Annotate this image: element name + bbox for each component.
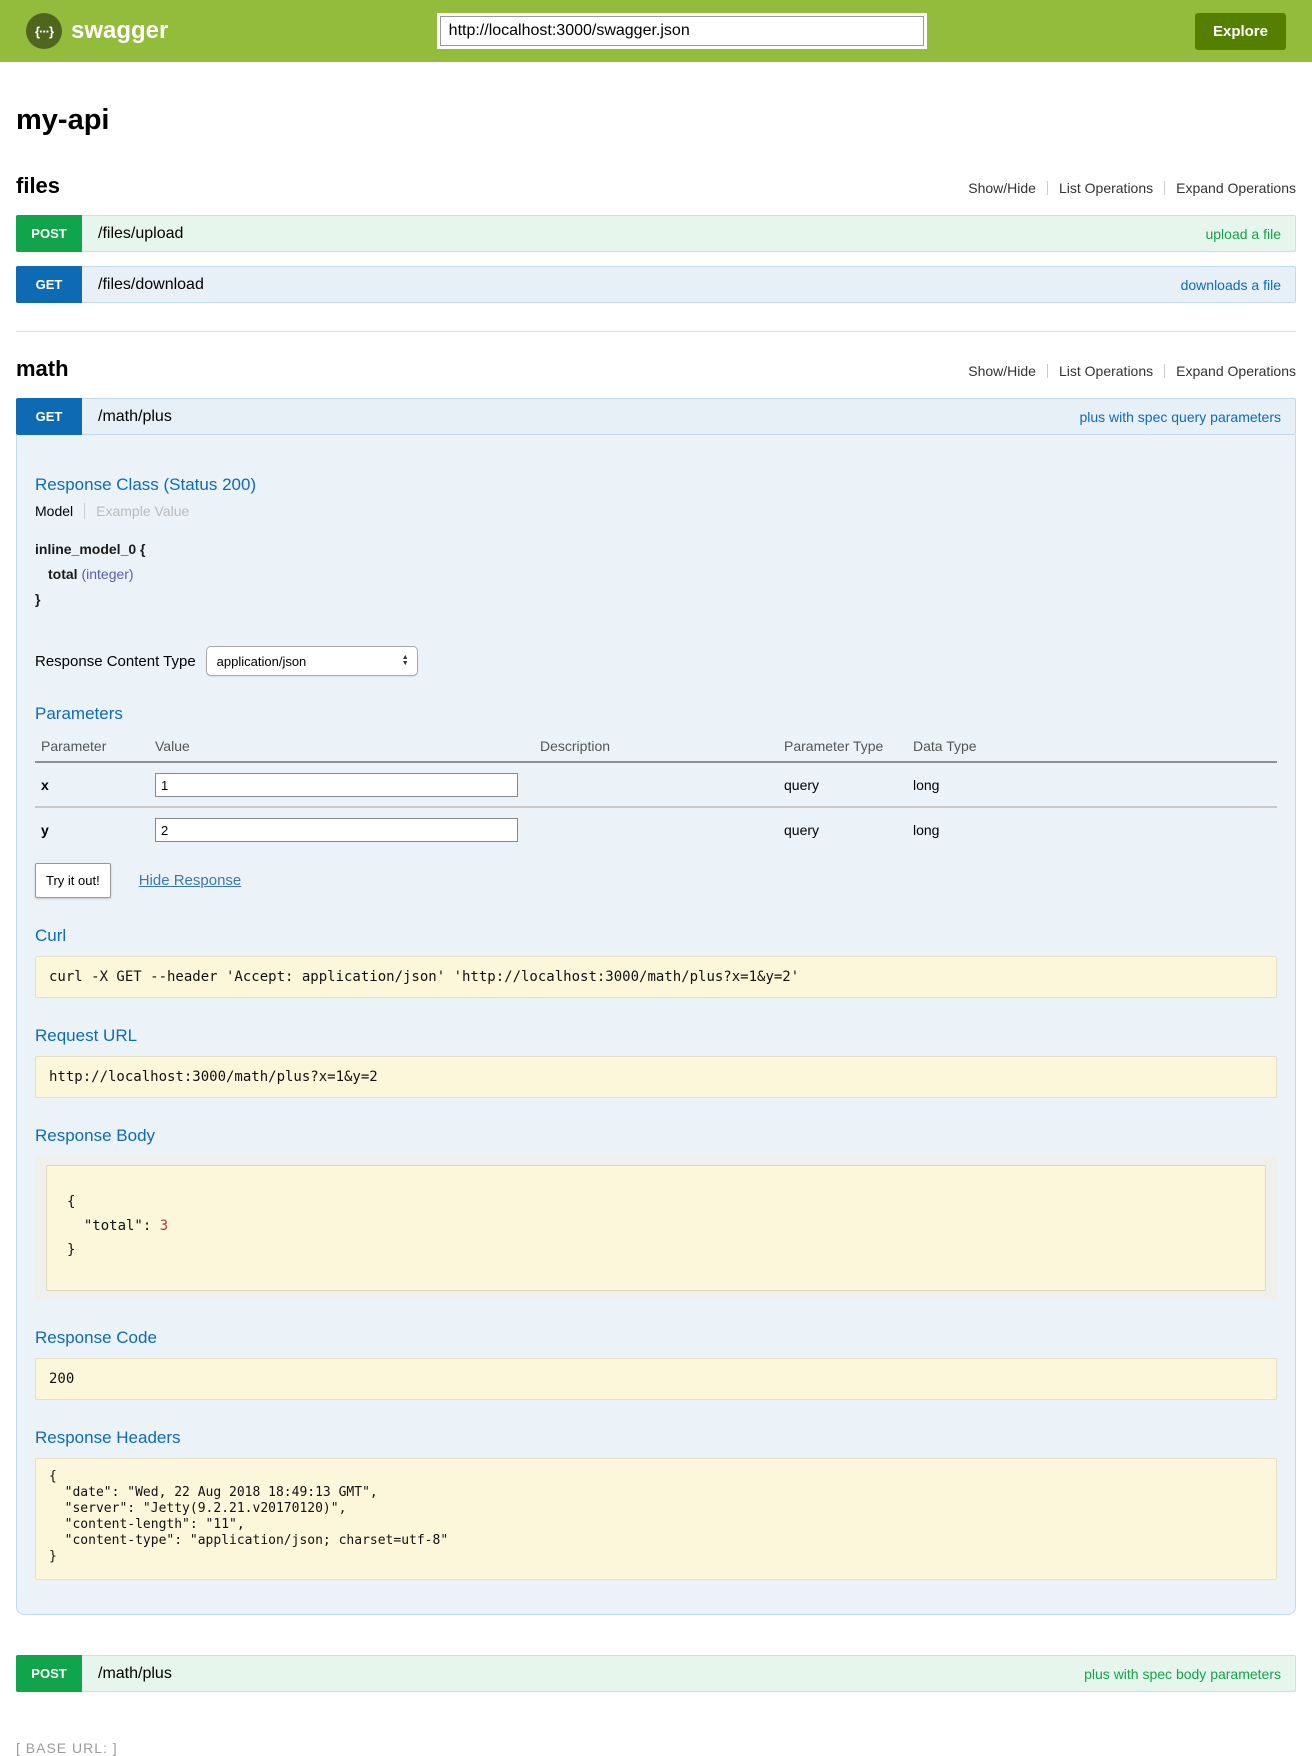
endpoint-post-files-upload[interactable]: POST /files/upload upload a file bbox=[16, 215, 1296, 252]
expand-operations-link[interactable]: Expand Operations bbox=[1176, 180, 1296, 196]
param-x-value-input[interactable] bbox=[155, 773, 518, 797]
operation-detail-panel: Response Class (Status 200) Model Exampl… bbox=[16, 435, 1296, 1615]
parameter-data-type: long bbox=[913, 807, 1277, 851]
request-url-code: http://localhost:3000/math/plus?x=1&y=2 bbox=[35, 1056, 1277, 1098]
base-url-footer: [ BASE URL: ] bbox=[16, 1740, 1296, 1756]
tab-model[interactable]: Model bbox=[35, 503, 85, 519]
request-url-heading: Request URL bbox=[35, 1026, 1277, 1046]
parameter-name: x bbox=[35, 762, 155, 807]
endpoint-get-files-download[interactable]: GET /files/download downloads a file bbox=[16, 266, 1296, 303]
column-header-description: Description bbox=[540, 732, 784, 762]
endpoint-path[interactable]: /files/download bbox=[98, 276, 204, 294]
parameter-type: query bbox=[784, 762, 913, 807]
main-content: my-api files Show/Hide List Operations E… bbox=[16, 104, 1296, 1756]
response-content-type-select[interactable]: application/json ▲▼ bbox=[206, 646, 418, 676]
top-header-bar: {···} swagger Explore bbox=[0, 0, 1312, 62]
method-badge-post: POST bbox=[16, 215, 82, 252]
swagger-logo-text: swagger bbox=[71, 17, 168, 45]
endpoint-post-math-plus[interactable]: POST /math/plus plus with spec body para… bbox=[16, 1655, 1296, 1692]
explore-button[interactable]: Explore bbox=[1195, 13, 1286, 50]
section-title-files: files bbox=[16, 173, 60, 199]
response-body-code: { "total": 3 } bbox=[46, 1165, 1266, 1291]
endpoint-summary-link[interactable]: downloads a file bbox=[1181, 277, 1281, 293]
parameter-row-x: x query long bbox=[35, 762, 1277, 807]
param-y-value-input[interactable] bbox=[155, 818, 518, 842]
hide-response-link[interactable]: Hide Response bbox=[139, 872, 242, 889]
response-code-value: 200 bbox=[35, 1358, 1277, 1400]
section-links-files: Show/Hide List Operations Expand Operati… bbox=[968, 180, 1296, 196]
column-header-parameter: Parameter bbox=[35, 732, 155, 762]
response-headers-heading: Response Headers bbox=[35, 1428, 1277, 1448]
section-divider bbox=[16, 331, 1296, 332]
column-header-parameter-type: Parameter Type bbox=[784, 732, 913, 762]
swagger-logo[interactable]: {···} swagger bbox=[26, 13, 168, 49]
show-hide-link[interactable]: Show/Hide bbox=[968, 363, 1036, 379]
model-tabs: Model Example Value bbox=[35, 503, 1277, 519]
section-links-math: Show/Hide List Operations Expand Operati… bbox=[968, 363, 1296, 379]
endpoint-summary-link[interactable]: plus with spec query parameters bbox=[1079, 409, 1281, 425]
endpoint-path[interactable]: /math/plus bbox=[98, 408, 172, 426]
response-code-heading: Response Code bbox=[35, 1328, 1277, 1348]
parameter-data-type: long bbox=[913, 762, 1277, 807]
parameters-heading: Parameters bbox=[35, 704, 1277, 724]
link-separator bbox=[1047, 181, 1048, 195]
endpoint-summary-link[interactable]: plus with spec body parameters bbox=[1084, 1666, 1281, 1682]
method-badge-post: POST bbox=[16, 1655, 82, 1692]
swagger-logo-icon: {···} bbox=[26, 13, 62, 49]
response-body-container: { "total": 3 } bbox=[35, 1156, 1277, 1300]
json-close-brace: } bbox=[67, 1242, 75, 1258]
curl-heading: Curl bbox=[35, 926, 1277, 946]
endpoint-summary-link[interactable]: upload a file bbox=[1205, 226, 1281, 242]
parameter-type: query bbox=[784, 807, 913, 851]
response-class-heading: Response Class (Status 200) bbox=[35, 475, 1277, 495]
endpoint-path[interactable]: /math/plus bbox=[98, 1665, 172, 1683]
parameter-row-y: y query long bbox=[35, 807, 1277, 851]
model-close-brace: } bbox=[35, 587, 1277, 612]
page-title: my-api bbox=[16, 104, 1296, 137]
link-separator bbox=[1047, 364, 1048, 378]
endpoint-path[interactable]: /files/upload bbox=[98, 225, 183, 243]
show-hide-link[interactable]: Show/Hide bbox=[968, 180, 1036, 196]
link-separator bbox=[1164, 181, 1165, 195]
section-files: files Show/Hide List Operations Expand O… bbox=[16, 173, 1296, 303]
expand-operations-link[interactable]: Expand Operations bbox=[1176, 363, 1296, 379]
model-name: inline_model_0 { bbox=[35, 537, 1277, 562]
column-header-value: Value bbox=[155, 732, 540, 762]
list-operations-link[interactable]: List Operations bbox=[1059, 180, 1153, 196]
curl-command-code: curl -X GET --header 'Accept: applicatio… bbox=[35, 956, 1277, 998]
method-badge-get: GET bbox=[16, 398, 82, 435]
column-header-data-type: Data Type bbox=[913, 732, 1277, 762]
tab-example-value[interactable]: Example Value bbox=[85, 503, 189, 519]
method-badge-get: GET bbox=[16, 266, 82, 303]
parameters-table: Parameter Value Description Parameter Ty… bbox=[35, 732, 1277, 851]
json-open-brace: { bbox=[67, 1194, 75, 1210]
select-arrows-icon: ▲▼ bbox=[402, 655, 409, 667]
section-math: math Show/Hide List Operations Expand Op… bbox=[16, 356, 1296, 1692]
model-property-type: (integer) bbox=[81, 566, 133, 582]
spec-url-input-frame bbox=[437, 13, 927, 49]
link-separator bbox=[1164, 364, 1165, 378]
spec-url-input[interactable] bbox=[440, 16, 924, 46]
response-headers-code: { "date": "Wed, 22 Aug 2018 18:49:13 GMT… bbox=[35, 1458, 1277, 1580]
json-value: 3 bbox=[160, 1218, 168, 1234]
try-it-out-button[interactable]: Try it out! bbox=[35, 863, 111, 898]
list-operations-link[interactable]: List Operations bbox=[1059, 363, 1153, 379]
section-title-math: math bbox=[16, 356, 69, 382]
response-body-heading: Response Body bbox=[35, 1126, 1277, 1146]
endpoint-get-math-plus[interactable]: GET /math/plus plus with spec query para… bbox=[16, 398, 1296, 435]
parameter-description bbox=[540, 807, 784, 851]
model-property-name: total bbox=[48, 566, 78, 582]
selected-content-type: application/json bbox=[217, 654, 307, 669]
parameter-name: y bbox=[35, 807, 155, 851]
model-signature: inline_model_0 { total (integer) } bbox=[35, 537, 1277, 612]
response-content-type-label: Response Content Type bbox=[35, 653, 196, 670]
json-key: "total": bbox=[84, 1218, 160, 1234]
parameter-description bbox=[540, 762, 784, 807]
